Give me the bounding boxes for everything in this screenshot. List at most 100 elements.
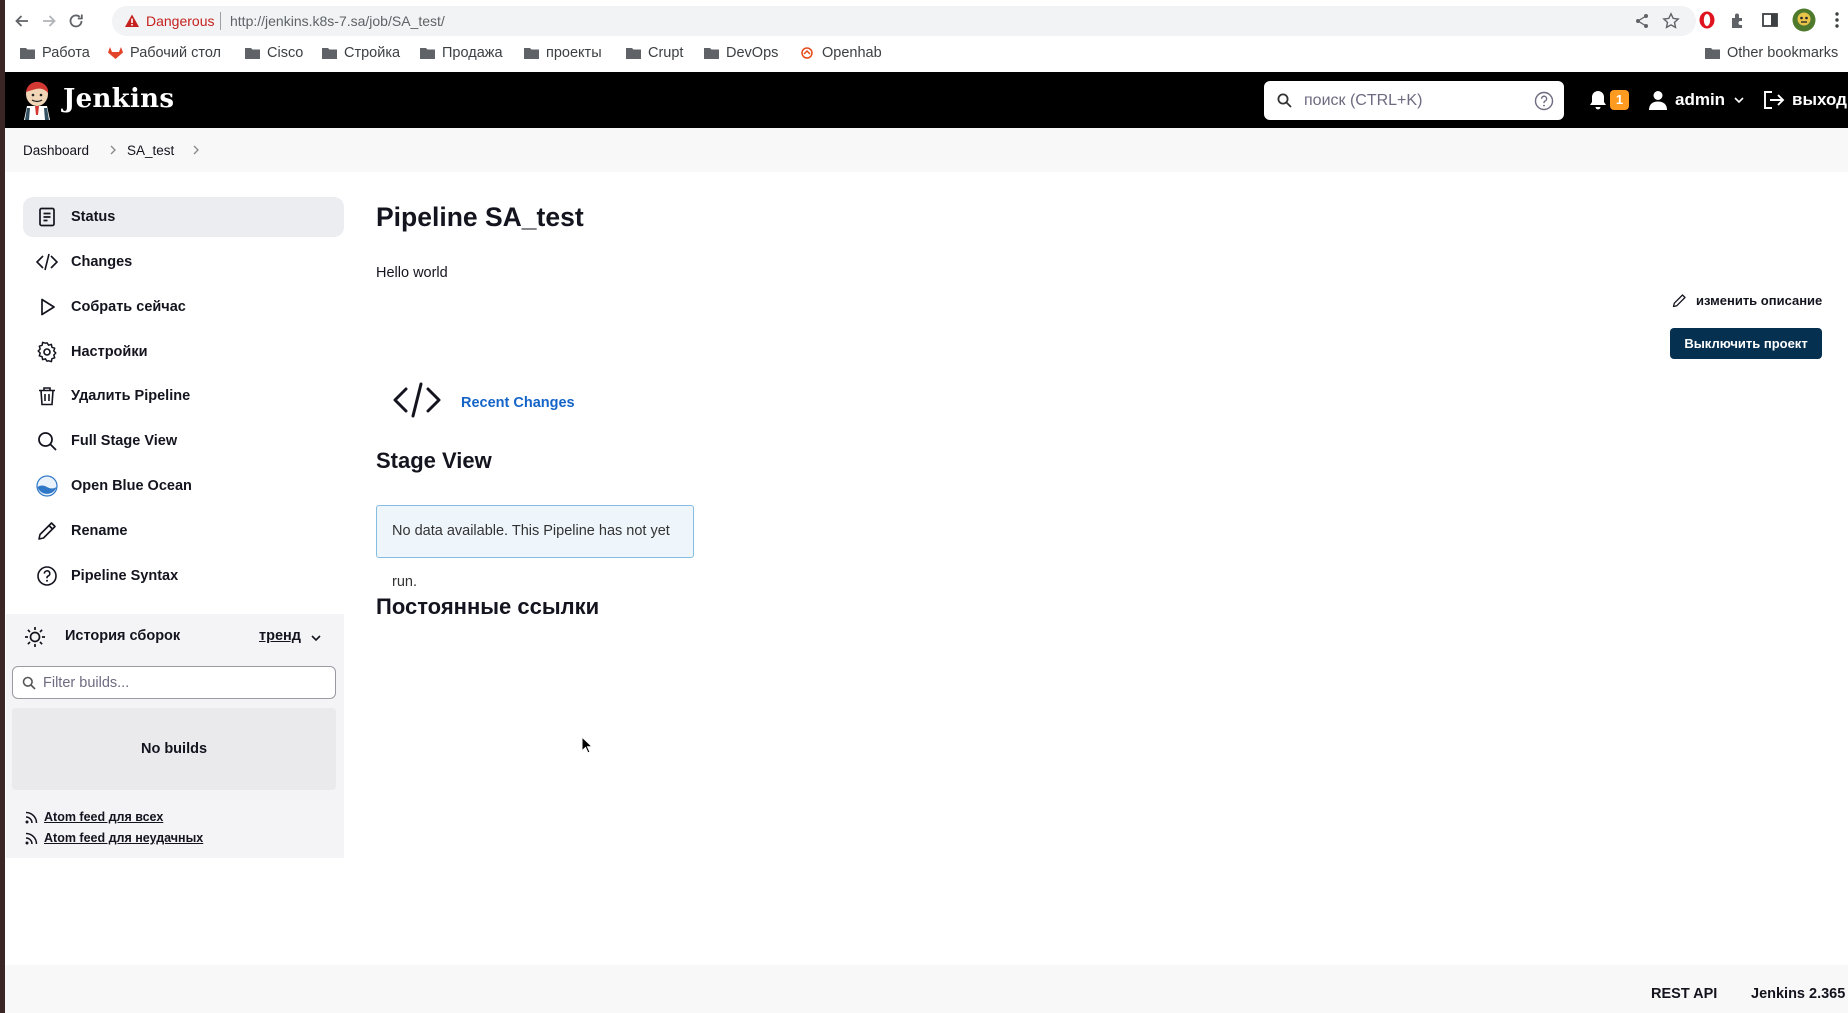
bookmarks-bar: Работа Рабочий стол Cisco Стройка Продаж… xyxy=(0,42,1848,66)
build-history-sun-icon xyxy=(24,626,46,648)
user-menu[interactable]: admin xyxy=(1649,88,1745,112)
bookmark-item[interactable]: Работа xyxy=(20,45,90,61)
chevron-right-icon xyxy=(108,145,118,155)
trash-icon xyxy=(39,387,55,406)
search-icon xyxy=(1277,93,1292,108)
bookmark-label: Cisco xyxy=(267,45,304,61)
security-label: Dangerous xyxy=(146,13,215,29)
blue-ocean-icon xyxy=(36,475,58,497)
folder-icon xyxy=(322,48,337,59)
disable-project-button[interactable]: Выключить проект xyxy=(1670,328,1822,359)
chevron-down-icon[interactable] xyxy=(310,632,322,644)
url-text[interactable]: http://jenkins.k8s-7.sa/job/SA_test/ xyxy=(230,13,445,29)
sidebar-item-label: Удалить Pipeline xyxy=(71,388,191,404)
folder-icon xyxy=(524,48,539,59)
edit-description-link[interactable]: изменить описание xyxy=(1672,293,1822,308)
address-bar[interactable]: Dangerous http://jenkins.k8s-7.sa/job/SA… xyxy=(112,6,1696,36)
browser-menu-icon[interactable] xyxy=(1833,10,1841,30)
help-circle-icon xyxy=(37,566,57,586)
atom-feed-all-label: Atom feed для всех xyxy=(44,810,164,824)
bookmark-item[interactable]: Openhab xyxy=(800,45,882,61)
profile-avatar[interactable] xyxy=(1792,8,1816,32)
bookmark-item[interactable]: Рабочий стол xyxy=(108,45,221,61)
bookmark-item[interactable]: DevOps xyxy=(704,45,778,61)
bookmark-label: Openhab xyxy=(822,45,882,61)
trend-link[interactable]: тренд xyxy=(259,628,301,644)
notifications-bell-icon[interactable] xyxy=(1588,89,1608,111)
bookmark-label: проекты xyxy=(546,45,602,61)
side-panel-icon[interactable] xyxy=(1760,10,1780,30)
reload-icon[interactable] xyxy=(66,11,86,31)
other-bookmarks-label: Other bookmarks xyxy=(1727,45,1839,61)
other-bookmarks[interactable]: Other bookmarks xyxy=(1705,45,1838,61)
share-icon[interactable] xyxy=(1634,13,1650,29)
filter-builds-field[interactable] xyxy=(12,666,336,699)
search-box[interactable] xyxy=(1264,81,1564,120)
folder-icon xyxy=(704,48,719,59)
page-title: Pipeline SA_test xyxy=(376,202,584,232)
atom-feed-failed-label: Atom feed для неудачных xyxy=(44,831,204,845)
sidebar-item-delete-pipeline[interactable]: Удалить Pipeline xyxy=(23,376,344,416)
sidebar-item-full-stage-view[interactable]: Full Stage View xyxy=(23,421,344,461)
openhab-icon xyxy=(801,47,813,59)
folder-icon xyxy=(245,48,260,59)
bookmark-item[interactable]: Стройка xyxy=(322,45,400,61)
code-icon xyxy=(36,253,58,271)
sidebar-item-label: Open Blue Ocean xyxy=(71,478,192,494)
sidebar-item-build-now[interactable]: Собрать сейчас xyxy=(23,287,344,327)
pencil-icon xyxy=(1672,294,1686,308)
sidebar-item-settings[interactable]: Настройки xyxy=(23,332,344,372)
bookmark-label: Стройка xyxy=(344,45,401,61)
sidebar-item-label: Full Stage View xyxy=(71,433,178,449)
jenkins-version-link[interactable]: Jenkins 2.365 xyxy=(1751,986,1845,1002)
search-input[interactable] xyxy=(1304,89,1524,113)
help-icon[interactable] xyxy=(1534,91,1554,111)
atom-feed-all[interactable]: Atom feed для всех xyxy=(25,810,163,824)
bookmark-label: Crupt xyxy=(648,45,684,61)
recent-changes-link[interactable]: Recent Changes xyxy=(461,395,575,411)
bookmark-label: Работа xyxy=(42,45,90,61)
atom-feed-failed[interactable]: Atom feed для неудачных xyxy=(25,831,203,845)
rss-icon xyxy=(25,811,38,823)
breadcrumb: Dashboard SA_test xyxy=(5,128,1848,172)
sidebar-item-pipeline-syntax[interactable]: Pipeline Syntax xyxy=(23,556,344,596)
breadcrumb-job[interactable]: SA_test xyxy=(127,143,174,158)
sidebar-item-label: Status xyxy=(71,209,116,225)
logout-button[interactable]: выход xyxy=(1763,88,1847,112)
breadcrumb-dashboard[interactable]: Dashboard xyxy=(23,143,89,158)
search-icon xyxy=(22,676,36,690)
filter-builds-input[interactable] xyxy=(43,672,323,693)
permalinks-title: Постоянные ссылки xyxy=(376,594,600,619)
sidebar-item-rename[interactable]: Rename xyxy=(23,511,344,551)
stage-view-title: Stage View xyxy=(376,448,492,473)
folder-icon xyxy=(420,48,435,59)
jenkins-logo-icon[interactable] xyxy=(22,80,52,120)
bookmark-item[interactable]: Продажа xyxy=(420,45,503,61)
folder-icon xyxy=(626,48,641,59)
bookmark-label: Рабочий стол xyxy=(130,45,222,61)
sidebar-item-label: Changes xyxy=(71,254,133,270)
sidebar-item-label: Rename xyxy=(71,523,128,539)
opera-icon[interactable] xyxy=(1697,10,1717,30)
chevron-right-icon[interactable] xyxy=(191,145,201,155)
search-icon xyxy=(38,432,57,451)
chevron-down-icon xyxy=(1734,97,1744,104)
bookmark-star-icon[interactable] xyxy=(1662,12,1680,30)
play-icon xyxy=(41,298,55,316)
jenkins-logo-text[interactable]: Jenkins xyxy=(63,84,174,114)
bookmark-item[interactable]: проекты xyxy=(524,45,602,61)
sidebar-item-open-blue-ocean[interactable]: Open Blue Ocean xyxy=(23,466,344,506)
forward-icon[interactable] xyxy=(39,11,59,31)
sidebar-item-status[interactable]: Status xyxy=(23,197,344,237)
notification-count-badge[interactable]: 1 xyxy=(1610,90,1629,110)
stage-view-empty-message: No data available. This Pipeline has not… xyxy=(376,505,694,590)
extensions-icon[interactable] xyxy=(1728,10,1748,30)
back-icon[interactable] xyxy=(12,11,32,31)
sidebar-item-changes[interactable]: Changes xyxy=(23,242,344,282)
build-history-title: История сборок xyxy=(65,628,181,644)
rest-api-link[interactable]: REST API xyxy=(1651,986,1717,1002)
sidebar-item-label: Pipeline Syntax xyxy=(71,568,179,584)
bookmark-item[interactable]: Crupt xyxy=(626,45,683,61)
bookmark-item[interactable]: Cisco xyxy=(245,45,303,61)
logout-icon xyxy=(1764,91,1785,109)
